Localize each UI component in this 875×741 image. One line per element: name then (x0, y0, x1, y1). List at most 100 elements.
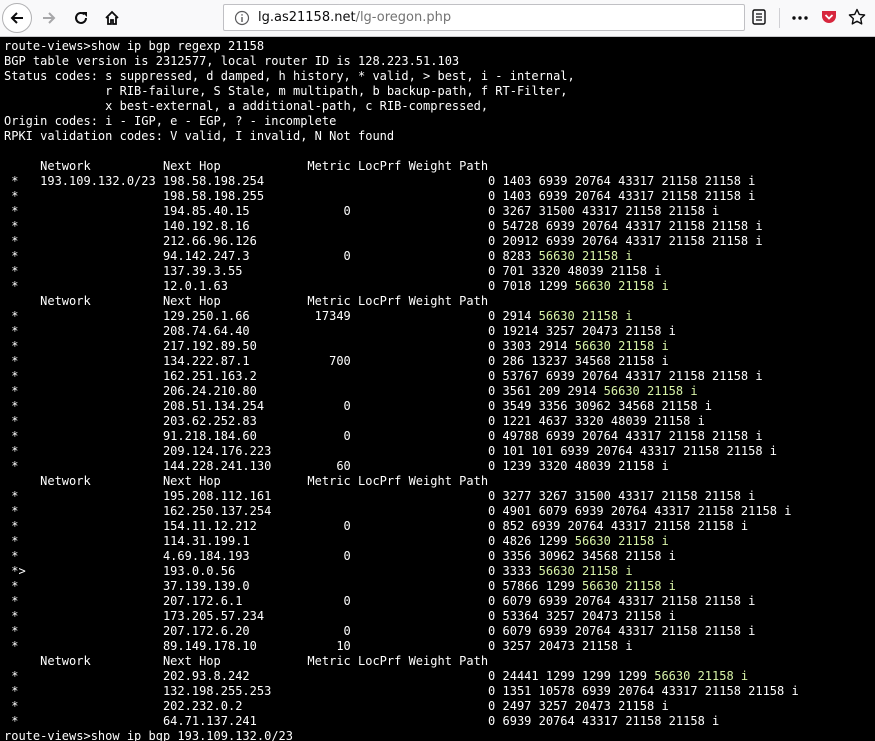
as-path-highlight: 56630 21158 i (574, 534, 669, 548)
as-path: 1239 3320 48039 21158 i (502, 459, 669, 473)
toolbar-separator (779, 8, 780, 28)
as-path: 49788 6939 20764 43317 21158 21158 i (502, 429, 763, 443)
as-path: 1351 10578 6939 20764 43317 21158 21158 … (502, 684, 799, 698)
route-row: * 194.85.40.15 0 0 3267 31500 43317 2115… (4, 204, 720, 218)
route-row: *> 193.0.0.56 0 3333 56630 21158 i (4, 564, 633, 578)
pocket-icon[interactable] (820, 8, 838, 30)
route-row: * 4.69.184.193 0 0 3356 30962 34568 2115… (4, 549, 676, 563)
back-button[interactable] (2, 3, 32, 33)
info-icon[interactable] (234, 10, 250, 30)
more-icon[interactable] (790, 8, 810, 32)
route-row: * 202.93.8.242 0 24441 1299 1299 1299 56… (4, 669, 749, 683)
reload-icon (75, 11, 87, 24)
prompt: route-views> (4, 729, 91, 741)
prompt: route-views> (4, 39, 91, 53)
as-path: 53767 6939 20764 43317 21158 21158 i (502, 369, 763, 383)
as-path: 3549 3356 30962 34568 21158 i (502, 399, 713, 413)
route-row: * 134.222.87.1 700 0 286 13237 34568 211… (4, 354, 669, 368)
as-path: 6079 6939 20764 43317 21158 21158 i (502, 624, 756, 638)
route-row: * 91.218.184.60 0 0 49788 6939 20764 433… (4, 429, 763, 443)
header-line: Status codes: s suppressed, d damped, h … (4, 69, 575, 83)
as-path: 286 13237 34568 21158 i (502, 354, 669, 368)
looking-glass-terminal[interactable]: route-views>show ip bgp regexp 21158 BGP… (0, 37, 875, 741)
as-path: 4901 6079 6939 20764 43317 21158 21158 i (502, 504, 792, 518)
as-path: 6939 20764 43317 21158 21158 i (502, 714, 720, 728)
route-row: * 207.172.6.20 0 0 6079 6939 20764 43317… (4, 624, 756, 638)
route-row: * 64.71.137.241 0 6939 20764 43317 21158… (4, 714, 720, 728)
as-path-highlight: 56630 21158 i (574, 339, 669, 353)
column-header: Network Next Hop Metric LocPrf Weight Pa… (4, 159, 489, 173)
as-path: 3333 (502, 564, 539, 578)
back-arrow-icon (10, 12, 23, 24)
as-path: 1403 6939 20764 43317 21158 21158 i (502, 174, 756, 188)
route-row: * 162.250.137.254 0 4901 6079 6939 20764… (4, 504, 792, 518)
route-row: * 198.58.198.255 0 1403 6939 20764 43317… (4, 189, 756, 203)
reader-view-icon[interactable] (752, 9, 766, 29)
column-header: Network Next Hop Metric LocPrf Weight Pa… (4, 294, 489, 308)
route-row: * 208.74.64.40 0 19214 3257 20473 21158 … (4, 324, 676, 338)
route-row: * 208.51.134.254 0 0 3549 3356 30962 345… (4, 399, 713, 413)
as-path: 3277 3267 31500 43317 21158 21158 i (502, 489, 756, 503)
route-row: * 206.24.210.80 0 3561 209 2914 56630 21… (4, 384, 698, 398)
home-button[interactable] (97, 3, 127, 33)
as-path-highlight: 56630 21158 i (581, 579, 676, 593)
command-line: route-views>show ip bgp regexp 21158 (4, 39, 264, 53)
as-path-highlight: 56630 21158 i (603, 384, 698, 398)
route-row: * 207.172.6.1 0 0 6079 6939 20764 43317 … (4, 594, 756, 608)
as-path: 3356 30962 34568 21158 i (502, 549, 676, 563)
as-path: 701 3320 48039 21158 i (502, 264, 662, 278)
route-row: * 132.198.255.253 0 1351 10578 6939 2076… (4, 684, 799, 698)
route-row: * 195.208.112.161 0 3277 3267 31500 4331… (4, 489, 756, 503)
route-row: * 37.139.139.0 0 57866 1299 56630 21158 … (4, 579, 676, 593)
route-row: * 129.250.1.66 17349 0 2914 56630 21158 … (4, 309, 633, 323)
as-path: 2497 3257 20473 21158 i (502, 699, 669, 713)
route-row: * 114.31.199.1 0 4826 1299 56630 21158 i (4, 534, 669, 548)
as-path: 4826 1299 (502, 534, 575, 548)
as-path: 54728 6939 20764 43317 21158 21158 i (502, 219, 763, 233)
forward-button[interactable] (34, 3, 64, 33)
header-line: Origin codes: i - IGP, e - EGP, ? - inco… (4, 114, 337, 128)
route-row: * 203.62.252.83 0 1221 4637 3320 48039 2… (4, 414, 705, 428)
header-line: x best-external, a additional-path, c RI… (4, 99, 489, 113)
as-path: 57866 1299 (502, 579, 582, 593)
url-host: lg.as21158.net (258, 10, 356, 25)
command-line: route-views>show ip bgp 193.109.132.0/23 (4, 729, 293, 741)
as-path: 8283 (502, 249, 539, 263)
route-row: * 193.109.132.0/23 198.58.198.254 0 1403… (4, 174, 756, 188)
column-header: Network Next Hop Metric LocPrf Weight Pa… (4, 474, 489, 488)
as-path: 7018 1299 (502, 279, 575, 293)
browser-toolbar: lg.as21158.net/lg-oregon.php (0, 0, 875, 37)
header-line: r RIB-failure, S Stale, m multipath, b b… (4, 84, 568, 98)
as-path: 852 6939 20764 43317 21158 21158 i (502, 519, 749, 533)
route-row: * 173.205.57.234 0 53364 3257 20473 2115… (4, 609, 676, 623)
as-path-highlight: 56630 21158 i (574, 279, 669, 293)
star-icon[interactable] (848, 8, 866, 30)
route-row: * 154.11.12.212 0 0 852 6939 20764 43317… (4, 519, 749, 533)
command: show ip bgp regexp 21158 (90, 39, 265, 53)
as-path: 1221 4637 3320 48039 21158 i (502, 414, 705, 428)
as-path: 3267 31500 43317 21158 21158 i (502, 204, 720, 218)
home-icon (105, 10, 119, 25)
url-bar[interactable]: lg.as21158.net/lg-oregon.php (223, 4, 745, 31)
as-path: 2914 (502, 309, 539, 323)
as-path-highlight: 56630 21158 i (538, 249, 633, 263)
as-path: 3561 209 2914 (502, 384, 604, 398)
route-row: * 140.192.8.16 0 54728 6939 20764 43317 … (4, 219, 763, 233)
url-text: lg.as21158.net/lg-oregon.php (258, 10, 451, 25)
as-path: 20912 6939 20764 43317 21158 21158 i (502, 234, 763, 248)
route-row: * 94.142.247.3 0 0 8283 56630 21158 i (4, 249, 633, 263)
route-row: * 202.232.0.2 0 2497 3257 20473 21158 i (4, 699, 669, 713)
route-row: * 89.149.178.10 10 0 3257 20473 21158 i (4, 639, 633, 653)
as-path: 19214 3257 20473 21158 i (502, 324, 676, 338)
as-path: 6079 6939 20764 43317 21158 21158 i (502, 594, 756, 608)
column-header: Network Next Hop Metric LocPrf Weight Pa… (4, 654, 489, 668)
as-path: 1403 6939 20764 43317 21158 21158 i (502, 189, 756, 203)
header-line: RPKI validation codes: V valid, I invali… (4, 129, 395, 143)
as-path: 3257 20473 21158 i (502, 639, 633, 653)
route-row: * 144.228.241.130 60 0 1239 3320 48039 2… (4, 459, 669, 473)
as-path-highlight: 56630 21158 i (654, 669, 749, 683)
reload-button[interactable] (66, 3, 96, 33)
header-line: BGP table version is 2312577, local rout… (4, 54, 460, 68)
command: show ip bgp 193.109.132.0/23 (90, 729, 293, 741)
route-row: * 217.192.89.50 0 3303 2914 56630 21158 … (4, 339, 669, 353)
